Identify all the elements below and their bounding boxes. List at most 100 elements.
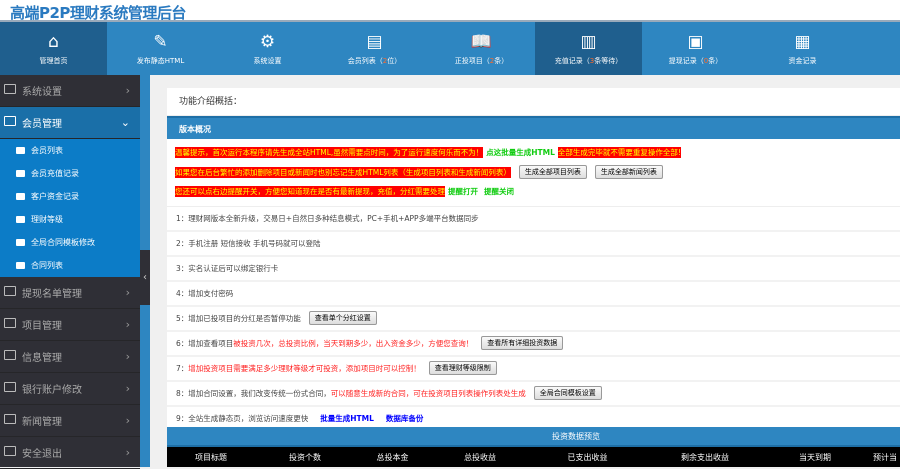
nav-item-label: 提现记录（0条） bbox=[642, 56, 749, 66]
chevron-right-icon: › bbox=[125, 286, 130, 299]
investment-preview-header: 投资数据预览 bbox=[167, 427, 900, 447]
reminder-on-link[interactable]: 提醒打开 bbox=[448, 186, 478, 197]
nav-item[interactable]: ⌂ 管理首页 bbox=[0, 22, 107, 75]
collapse-sidebar-button[interactable]: ‹ bbox=[140, 250, 150, 305]
column-header: 项目标题 bbox=[195, 453, 227, 462]
reminder-off-link[interactable]: 提醒关闭 bbox=[484, 186, 514, 197]
top-nav: ⌂ 管理首页 ✎ 发布静态HTML ⚙ 系统设置 ▤ 会员列表（2位） 📖 正投项目（2条） ▥ 充值… bbox=[0, 22, 900, 75]
folder-icon bbox=[16, 239, 25, 246]
nav-item-label: 资金记录 bbox=[749, 56, 856, 66]
column-header: 当天到期 bbox=[799, 453, 831, 462]
row-action-button[interactable]: 全局合同模板设置 bbox=[533, 386, 602, 400]
section-header: 版本概况 bbox=[167, 116, 900, 139]
sidebar-item[interactable]: 安全退出 › bbox=[0, 437, 140, 469]
feature-list: 1： 理财网版本全新升级，交易日+自然日多种结息模式，PC+手机+APP多端平台数… bbox=[167, 207, 900, 432]
sidebar-item-label: 项目管理 bbox=[22, 321, 62, 332]
row-highlight: 被投资几次，总投资比例，当天到期多少，出入资金多少，方便您查询！ bbox=[233, 338, 474, 348]
nav-item[interactable]: ▣ 提现记录（0条） bbox=[642, 22, 749, 75]
nav-item-label: 会员列表（2位） bbox=[321, 56, 428, 66]
row-text: 手机注册 短信接收 手机号码就可以登陆 bbox=[188, 238, 321, 248]
generate-project-list-button[interactable]: 生成全部项目列表 bbox=[518, 165, 587, 180]
sidebar-submenu: 会员列表会员充值记录 客户资金记录 理财等级全局合同模板修改合同列表 bbox=[0, 139, 140, 277]
column-header: 剩余支出收益 bbox=[681, 453, 729, 462]
row-text: 实名认证后可以绑定银行卡 bbox=[188, 263, 279, 273]
sidebar-item[interactable]: 项目管理 › bbox=[0, 309, 140, 341]
row-text: 增加合同设置，我们改变传统一份式合同， bbox=[188, 388, 331, 398]
nav-item[interactable]: ▤ 会员列表（2位） bbox=[321, 22, 428, 75]
nav-item[interactable]: 📖 正投项目（2条） bbox=[428, 22, 535, 75]
sidebar-subitem-label: 会员充值记录 bbox=[31, 169, 79, 178]
column-header: 投资个数 bbox=[289, 453, 321, 462]
nav-label-text: 正投项目（ bbox=[454, 57, 490, 65]
nav-label-text: 管理首页 bbox=[39, 57, 68, 65]
nav-label-tail: 条） bbox=[494, 57, 509, 65]
home-icon: ⌂ bbox=[48, 32, 59, 52]
folder-icon bbox=[16, 170, 25, 177]
sidebar-subitem-label: 全局合同模板修改 bbox=[31, 238, 95, 247]
sidebar-item-label: 提现名单管理 bbox=[22, 289, 82, 300]
calculator-icon: ▦ bbox=[794, 32, 811, 52]
alert-text: 如果您在后台繁忙的添加删除项目或新闻时也别忘记生成HTML列表（生成项目列表和生… bbox=[175, 166, 511, 178]
chevron-down-icon: ⌄ bbox=[120, 116, 130, 129]
database-backup-link[interactable]: 数据库备份 bbox=[386, 413, 424, 424]
sidebar-subitem[interactable]: 全局合同模板修改 bbox=[0, 231, 140, 254]
alert-text: 温馨提示，首次运行本程序请先生成全站HTML,虽然需要点时间，为了运行速度何乐而… bbox=[175, 147, 484, 159]
sidebar: 系统设置 › 会员管理 ⌄ 会员列表 会员充值记录 客户资金记录 理财等级 全局合同模板修改 合同… bbox=[0, 75, 140, 469]
sidebar-item-label: 安全退出 bbox=[22, 449, 62, 460]
nav-label-text: 发布静态HTML bbox=[136, 57, 185, 65]
sidebar-subitem[interactable]: 客户资金记录 bbox=[0, 185, 140, 208]
sidebar-item[interactable]: 银行账户修改 › bbox=[0, 373, 140, 405]
row-number: 3： bbox=[176, 263, 189, 273]
generate-news-list-button[interactable]: 生成全部新闻列表 bbox=[594, 165, 663, 180]
row-action-button[interactable]: 查看理财等级限制 bbox=[428, 361, 497, 375]
sidebar-subitem[interactable]: 会员充值记录 bbox=[0, 162, 140, 185]
sidebar-item[interactable]: 提现名单管理 › bbox=[0, 277, 140, 309]
alert-text: 全部生成完毕就不需要重复操作全部! bbox=[557, 147, 681, 159]
monitor-icon bbox=[4, 350, 16, 360]
chevron-right-icon: › bbox=[125, 382, 130, 395]
monitor-icon bbox=[4, 446, 16, 456]
feature-row: 6： 增加查看项目 被投资几次，总投资比例，当天到期多少，出入资金多少，方便您查询！… bbox=[167, 332, 900, 357]
row-action-button[interactable]: 查看所有详细投资数据 bbox=[481, 336, 564, 350]
sidebar-subitem[interactable]: 合同列表 bbox=[0, 254, 140, 277]
nav-item[interactable]: ⚙ 系统设置 bbox=[214, 22, 321, 75]
sidebar-subitem-label: 理财等级 bbox=[31, 215, 63, 224]
monitor-icon bbox=[4, 286, 16, 296]
sidebar-item[interactable]: 会员管理 ⌄ bbox=[0, 107, 140, 139]
row-action-button[interactable]: 查看单个分红设置 bbox=[308, 311, 377, 325]
row-text: 增加支付密码 bbox=[188, 288, 234, 298]
monitor-icon bbox=[4, 382, 16, 392]
sidebar-item[interactable]: 新闻管理 › bbox=[0, 405, 140, 437]
sidebar-item[interactable]: 信息管理 › bbox=[0, 341, 140, 373]
sidebar-subitem[interactable]: 会员列表 bbox=[0, 139, 140, 162]
nav-label-tail: 位） bbox=[387, 57, 402, 65]
monitor-icon bbox=[4, 116, 16, 126]
feature-row: 7： 增加投资项目需要满足多少理财等级才可投资，添加项目时可以控制！ 查看理财等级限… bbox=[167, 357, 900, 382]
sidebar-item-label: 新闻管理 bbox=[22, 417, 62, 428]
nav-label-text: 会员列表（ bbox=[347, 57, 383, 65]
feature-row: 2： 手机注册 短信接收 手机号码就可以登陆 bbox=[167, 232, 900, 257]
feature-row: 1： 理财网版本全新升级，交易日+自然日多种结息模式，PC+手机+APP多端平台数… bbox=[167, 207, 900, 232]
nav-item-label: 正投项目（2条） bbox=[428, 56, 535, 66]
sidebar-item-label: 系统设置 bbox=[22, 87, 62, 98]
nav-item-label: 发布静态HTML bbox=[107, 56, 214, 66]
nav-item[interactable]: ▥ 充值记录（3条等待） bbox=[535, 22, 642, 75]
folder-icon bbox=[16, 147, 25, 154]
sidebar-item[interactable]: 系统设置 › bbox=[0, 75, 140, 107]
sidebar-collapse-strip: ‹ bbox=[140, 75, 150, 467]
sidebar-subitem[interactable]: 理财等级 bbox=[0, 208, 140, 231]
nav-item[interactable]: ▦ 资金记录 bbox=[749, 22, 856, 75]
nav-label-text: 提现记录（ bbox=[668, 57, 704, 65]
nav-item[interactable]: ✎ 发布静态HTML bbox=[107, 22, 214, 75]
nav-label-text: 系统设置 bbox=[253, 57, 282, 65]
column-header: 已支出收益 bbox=[567, 453, 608, 462]
row-number: 5： bbox=[176, 313, 189, 323]
monitor-icon bbox=[4, 318, 16, 328]
batch-generate-html-link[interactable]: 点这批量生成HTML bbox=[486, 147, 555, 158]
row-number: 7： bbox=[176, 363, 189, 373]
chevron-right-icon: › bbox=[125, 414, 130, 427]
batch-generate-html-link[interactable]: 批量生成HTML bbox=[320, 413, 374, 424]
list-icon: ▤ bbox=[366, 32, 383, 52]
row-number: 4： bbox=[176, 288, 189, 298]
sidebar-subitem-label: 客户资金记录 bbox=[31, 192, 79, 201]
